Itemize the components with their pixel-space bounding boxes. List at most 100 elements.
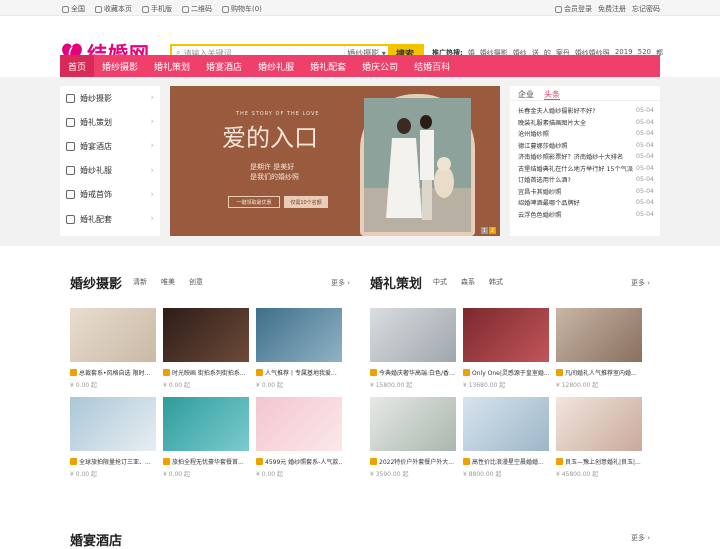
product-card[interactable]: Only One|灵感源于皇室婚... ¥ 13680.00 起	[463, 308, 549, 389]
news-item[interactable]: 长春金夫人婚纱摄影好不好? 05-04	[510, 105, 660, 117]
qrcode-icon	[182, 5, 189, 13]
nav-wedding-photo[interactable]: 婚纱摄影	[94, 55, 146, 77]
couple-photo	[360, 94, 475, 236]
news-item[interactable]: 晚装礼服素描画图片大全 05-04	[510, 117, 660, 129]
header: 结婚网 ⌕请输入关键词 婚纱摄影 ▾ 搜索 推广热搜: 婚 婚纱摄影 婚纱 送 …	[0, 16, 720, 66]
more-link[interactable]: 更多 ›	[331, 278, 350, 288]
shop-icon	[463, 458, 470, 465]
cart-icon	[222, 5, 229, 13]
bulb-icon	[66, 117, 75, 127]
product-card[interactable]: 良玉—豫上创意婚礼|良玉|... ¥ 45800.00 起	[556, 397, 642, 478]
news-panel: 企业 头条 长春金夫人婚纱摄影好不好? 05-04 晚装礼服素描画图片大全 05-0…	[510, 86, 660, 236]
news-item[interactable]: 古堡结婚典礼在什么地方举行好 15个气派 05-04	[510, 163, 660, 175]
product-card[interactable]: 时光映画 街拍系列街拍系... ¥ 0.00 起	[163, 308, 249, 389]
carousel-dot[interactable]: 2	[489, 227, 496, 234]
location-link[interactable]: 全国	[62, 4, 85, 14]
category-item[interactable]: 婚纱礼服	[60, 159, 160, 183]
section-tag[interactable]: 韩式	[486, 276, 506, 288]
news-item[interactable]: 济南婚纱照影票好？济南婚纱十大排名 05-04	[510, 151, 660, 163]
nav-wedding-dress[interactable]: 婚纱礼服	[250, 55, 302, 77]
ring-icon	[66, 190, 75, 200]
user-icon	[555, 5, 562, 13]
product-card[interactable]: 凡间婚礼人气推荐室内婚... ¥ 12800.00 起	[556, 308, 642, 389]
shop-icon	[370, 369, 377, 376]
section-wedding-photo: 婚纱摄影 清新 唯美 创意 更多 › 总裁套系•风格自选 限时... ¥ 0.00…	[70, 272, 350, 478]
shop-icon	[70, 458, 77, 465]
shop-icon	[256, 458, 263, 465]
nav-wedding-supplies[interactable]: 婚礼配套	[302, 55, 354, 77]
star-icon	[95, 5, 102, 13]
shop-icon	[463, 369, 470, 376]
bookmark-link[interactable]: 收藏本页	[95, 4, 132, 14]
category-item[interactable]: 婚戒首饰	[60, 183, 160, 207]
more-link[interactable]: 更多 ›	[631, 278, 650, 288]
phone-icon	[142, 5, 149, 13]
product-image	[556, 308, 642, 362]
category-item[interactable]: 婚礼策划	[60, 110, 160, 134]
shop-icon	[370, 458, 377, 465]
product-image	[256, 308, 342, 362]
shop-icon	[70, 369, 77, 376]
shop-icon	[163, 458, 170, 465]
shop-icon	[256, 369, 263, 376]
banner-quota-button[interactable]: 仅需10个名额	[284, 196, 328, 208]
product-image	[556, 397, 642, 451]
product-card[interactable]: 人气推荐丨专属基地我爱... ¥ 0.00 起	[256, 308, 342, 389]
main-nav: 首页 婚纱摄影 婚礼策划 婚宴酒店 婚纱礼服 婚礼配套 婚庆公司 结婚百科	[60, 55, 660, 77]
login-link[interactable]: 会员登录	[555, 4, 592, 14]
section-wedding-planning: 婚礼策划 中式 森系 韩式 更多 › 今典婚庆奢华高端:白色/香... ¥ 158…	[370, 272, 650, 478]
top-bar: 全国 收藏本页 手机版 二维码 购物车(0) 会员登录 免费注册 忘记密码	[0, 0, 720, 16]
news-item[interactable]: 绍婚啤酒最哪个品牌好 05-04	[510, 197, 660, 209]
product-card[interactable]: 今典婚庆奢华高端:白色/香... ¥ 15800.00 起	[370, 308, 456, 389]
more-link[interactable]: 更多 ›	[631, 533, 650, 543]
section-tag[interactable]: 唯美	[158, 276, 178, 288]
cart-link[interactable]: 购物车(0)	[222, 4, 262, 14]
product-image	[70, 397, 156, 451]
section-title: 婚纱摄影	[70, 276, 123, 292]
qrcode-link[interactable]: 二维码	[182, 4, 212, 14]
news-item[interactable]: 德江蔓娜莎婚纱照 05-04	[510, 140, 660, 152]
category-item[interactable]: 婚礼配套	[60, 207, 160, 231]
hero-banner[interactable]: THE STORY OF THE LOVE 爱的入口 是期许 是美好 是我们的婚…	[170, 86, 500, 236]
gift-icon	[66, 214, 75, 224]
category-item[interactable]: 婚宴酒店	[60, 134, 160, 158]
nav-wedding-wiki[interactable]: 结婚百科	[406, 55, 458, 77]
dress-icon	[66, 166, 75, 176]
section-tag[interactable]: 中式	[430, 276, 450, 288]
product-card[interactable]: 全球旅拍限量抢订三亚、... ¥ 0.00 起	[70, 397, 156, 478]
nav-banquet-hotel[interactable]: 婚宴酒店	[198, 55, 250, 77]
product-image	[370, 308, 456, 362]
tab-enterprise[interactable]: 企业	[518, 89, 534, 100]
news-item[interactable]: 云浮色色婚纱照 05-04	[510, 209, 660, 221]
news-item[interactable]: 宜昌卡其婚纱照 05-04	[510, 186, 660, 198]
carousel-dots: 1 2	[481, 227, 496, 234]
section-tag[interactable]: 清新	[130, 276, 150, 288]
banner-cta-button[interactable]: 一键领取最优惠	[228, 196, 280, 208]
camera-icon	[66, 93, 75, 103]
shop-icon	[163, 369, 170, 376]
tab-headlines[interactable]: 头条	[544, 89, 560, 100]
forgot-password-link[interactable]: 忘记密码	[632, 4, 660, 14]
product-card[interactable]: 高性价比浪漫星空晨婚婚... ¥ 8800.00 起	[463, 397, 549, 478]
nav-home[interactable]: 首页	[60, 55, 95, 77]
shop-icon	[556, 369, 563, 376]
news-item[interactable]: 沧州婚纱照 05-04	[510, 128, 660, 140]
register-link[interactable]: 免费注册	[598, 4, 626, 14]
product-image	[163, 308, 249, 362]
banner-title: 爱的入口	[222, 124, 318, 152]
location-icon	[62, 5, 69, 13]
product-card[interactable]: 总裁套系•风格自选 限时... ¥ 0.00 起	[70, 308, 156, 389]
product-card[interactable]: 旅拍全程无忧豪华套餐首... ¥ 0.00 起	[163, 397, 249, 478]
section-tag[interactable]: 森系	[458, 276, 478, 288]
nav-wedding-planning[interactable]: 婚礼策划	[146, 55, 198, 77]
news-item[interactable]: 订婚首选用什么酒? 05-04	[510, 174, 660, 186]
shop-icon	[556, 458, 563, 465]
product-image	[463, 308, 549, 362]
product-card[interactable]: 2022特价户外套餐户外大... ¥ 3590.00 起	[370, 397, 456, 478]
category-item[interactable]: 婚纱摄影	[60, 86, 160, 110]
carousel-dot[interactable]: 1	[481, 227, 488, 234]
nav-wedding-company[interactable]: 婚庆公司	[354, 55, 406, 77]
mobile-link[interactable]: 手机版	[142, 4, 172, 14]
section-tag[interactable]: 创意	[186, 276, 206, 288]
product-card[interactable]: 4599元 婚纱照套系-人气款... ¥ 0.00 起	[256, 397, 342, 478]
